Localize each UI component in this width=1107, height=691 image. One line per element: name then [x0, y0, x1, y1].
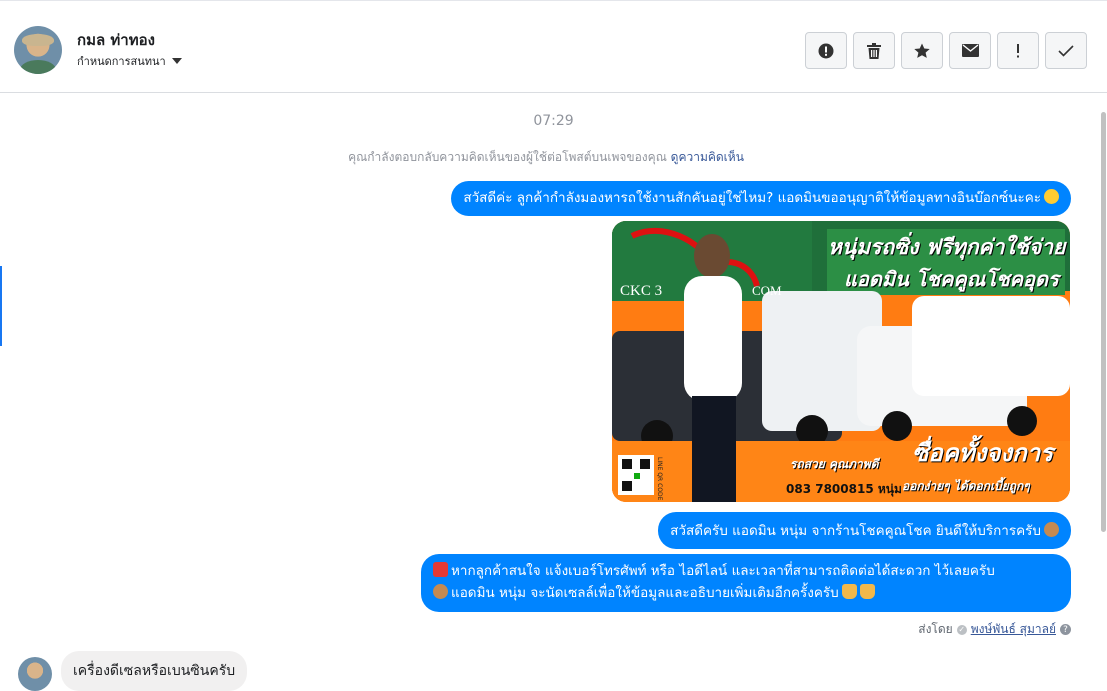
pray-emoji-icon — [859, 584, 875, 599]
promo-headline-2: แอดมิน โชคคูณโชคอุดร — [844, 267, 1059, 291]
alert-circle-icon — [818, 43, 834, 58]
promo-phone-number: 083 7800815 — [786, 482, 874, 496]
notice-text: คุณกำลังตอบกลับความคิดเห็นของผู้ใช้ต่อโพ… — [348, 150, 667, 164]
sent-by-label: ส่งโดย — [918, 622, 953, 636]
mark-unread-button[interactable] — [949, 32, 991, 69]
reply-context-notice: คุณกำลังตอบกลับความคิดเห็นของผู้ใช้ต่อโพ… — [0, 148, 1092, 167]
smile-emoji-icon — [1044, 189, 1059, 204]
done-button[interactable] — [1045, 32, 1087, 69]
assign-label: กำหนดการสนทนา — [77, 55, 166, 68]
spam-button[interactable] — [805, 32, 847, 69]
check-circle-icon: ✓ — [956, 624, 967, 635]
scrollbar[interactable] — [1101, 112, 1106, 532]
message-timestamp: 07:29 — [533, 113, 574, 129]
promo-image-attachment[interactable]: หนุ่มรถซิ่ง ฟรีทุกค่าใช้จ่าย แอดมิน โชคค… — [612, 221, 1070, 502]
message-text: สวัสดีค่ะ ลูกค้ากำลังมองหารถใช้งานสักคัน… — [463, 190, 1041, 206]
star-button[interactable] — [901, 32, 943, 69]
outgoing-message[interactable]: สวัสดีครับ แอดมิน หนุ่ม จากร้านโชคคูณโชค… — [658, 512, 1071, 549]
envelope-icon — [961, 44, 979, 57]
delete-button[interactable] — [853, 32, 895, 69]
active-thread-indicator — [0, 266, 2, 346]
help-icon[interactable]: ? — [1060, 624, 1071, 635]
message-line-2: แอดมิน หนุ่ม จะนัดเซลล์เพื่อให้ข้อมูลและ… — [433, 582, 1059, 604]
conversation-header: กมล ท่าทอง กำหนดการสนทนา — [0, 0, 1107, 93]
exclamation-icon — [1017, 43, 1019, 57]
outgoing-message[interactable]: สวัสดีค่ะ ลูกค้ากำลังมองหารถใช้งานสักคัน… — [451, 181, 1071, 216]
promo-phone-name: หนุ่ม — [877, 482, 902, 496]
contact-avatar[interactable] — [14, 26, 62, 74]
star-icon — [914, 43, 930, 58]
follow-up-button[interactable] — [997, 32, 1039, 69]
message-text-line-1: หากลูกค้าสนใจ แจ้งเบอร์โทรศัพท์ หรือ ไอด… — [451, 563, 995, 579]
phone-emoji-icon — [433, 562, 448, 577]
person-emoji-icon — [1044, 522, 1059, 537]
assign-conversation-dropdown[interactable]: กำหนดการสนทนา — [77, 52, 182, 70]
contact-name[interactable]: กมล ท่าทอง — [77, 28, 155, 52]
promo-slogan-1: ซื่อคทั้งจงการ — [912, 439, 1053, 467]
promo-brand: CKC 3 — [620, 283, 663, 299]
avatar-hat — [22, 34, 54, 46]
incoming-message[interactable]: เครื่องดีเซลหรือเบนซินครับ — [61, 651, 248, 691]
promo-slogan-3: ออกง่ายๆ ได้ดอกเบี้ยถูกๆ — [902, 479, 1030, 493]
promo-qr-label: LINE QR CODE — [656, 457, 663, 501]
view-comment-link[interactable]: ดูความคิดเห็น — [671, 150, 744, 164]
action-toolbar — [805, 32, 1087, 69]
caret-down-icon — [171, 58, 182, 64]
promo-brand-suffix: COM — [752, 283, 782, 298]
promo-slogan-2: รถสวย คุณภาพดี — [790, 457, 879, 471]
outgoing-message[interactable]: หากลูกค้าสนใจ แจ้งเบอร์โทรศัพท์ หรือ ไอด… — [421, 554, 1071, 612]
promo-headline-1: หนุ่มรถซิ่ง ฟรีทุกค่าใช้จ่าย — [828, 235, 1066, 259]
trash-icon — [867, 42, 881, 59]
sent-by-info: ส่งโดย ✓ พงษ์พันธ์ สุมาลย์ ? — [918, 620, 1071, 639]
check-icon — [1058, 44, 1074, 57]
incoming-avatar[interactable] — [18, 657, 52, 691]
sender-name-link[interactable]: พงษ์พันธ์ สุมาลย์ — [971, 620, 1056, 639]
people-emoji-icon — [433, 584, 448, 599]
message-line-1: หากลูกค้าสนใจ แจ้งเบอร์โทรศัพท์ หรือ ไอด… — [433, 560, 1059, 582]
pray-emoji-icon — [841, 584, 857, 599]
avatar-shirt — [20, 60, 56, 74]
promo-phone: 083 7800815 หนุ่ม — [786, 480, 902, 499]
message-text-line-2: แอดมิน หนุ่ม จะนัดเซลล์เพื่อให้ข้อมูลและ… — [451, 585, 839, 601]
message-text: สวัสดีครับ แอดมิน หนุ่ม จากร้านโชคคูณโชค… — [670, 523, 1041, 539]
